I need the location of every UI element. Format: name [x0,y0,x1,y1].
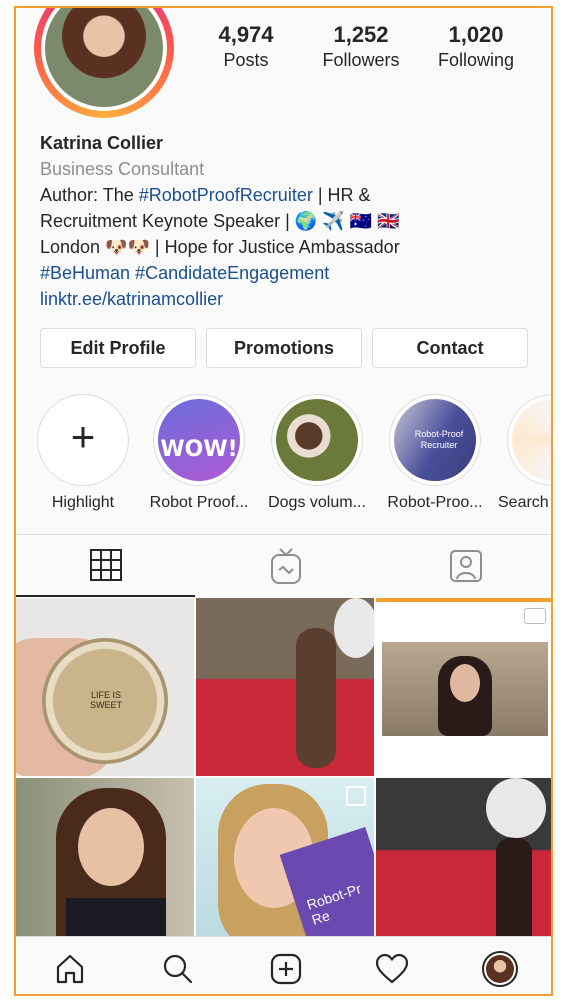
carousel-icon [346,786,366,806]
highlight-label: Robot Proof... [149,494,249,511]
bio-hashtags[interactable]: #BeHuman #CandidateEngagement [40,260,540,286]
highlight-thumb: WOW! [158,399,240,481]
following-count: 1,020 [448,22,504,47]
stat-following[interactable]: 1,020 Following [416,22,536,71]
highlight-search[interactable]: Search [498,394,551,512]
profile-screen: 4,974 Posts 1,252 Followers 1,020 Follow… [14,6,553,996]
lid-text: LIFE IS SWEET [89,690,122,710]
igtv-badge-icon [524,608,546,624]
tab-tagged[interactable] [376,535,551,597]
tab-grid[interactable] [16,535,195,597]
bio-line-1: Author: The #RobotProofRecruiter | HR & [40,182,540,208]
hashtag-robotproofrecruiter[interactable]: #RobotProofRecruiter [139,185,313,205]
highlight-label: Highlight [51,494,115,511]
search-icon [163,954,193,984]
stat-followers[interactable]: 1,252 Followers [301,22,421,71]
highlight-thumb: Robot-Proof Recruiter [394,399,476,481]
avatar-photo [45,8,163,107]
posts-label: Posts [223,50,269,70]
highlight-label: Dogs volum... [268,494,366,511]
heart-icon [375,953,409,984]
wow-text: WOW! [160,437,238,462]
nav-activity[interactable] [372,951,412,987]
contact-button[interactable]: Contact [372,328,528,368]
plus-icon: + [70,413,96,460]
post-thumbnail[interactable] [376,598,551,776]
stat-posts[interactable]: 4,974 Posts [186,22,306,71]
bio-text: Author: The [40,185,139,205]
bio-text: | HR & [312,185,371,205]
profile-category: Business Consultant [40,159,205,179]
story-highlights: + Highlight WOW! Robot Proof... Dogs vol… [16,394,551,524]
profile-bio: Katrina Collier Business Consultant Auth… [40,130,540,312]
highlight-thumb [512,399,551,481]
profile-avatar[interactable] [34,8,174,118]
posts-count: 4,974 [218,22,274,47]
post-thumbnail[interactable]: LIFE IS SWEET [16,598,194,776]
post-thumbnail[interactable] [376,778,551,956]
post-thumbnail[interactable] [16,778,194,956]
highlight-thumb [276,399,358,481]
home-icon [56,954,84,984]
nav-profile[interactable] [480,951,520,987]
bio-line-3: London 🐶🐶 | Hope for Justice Ambassador [40,237,400,257]
followers-label: Followers [322,50,400,70]
book-title-text: Robot-Proof Recruiter [414,429,464,450]
followers-count: 1,252 [333,22,389,47]
promotions-button[interactable]: Promotions [206,328,362,368]
igtv-icon [270,548,301,584]
profile-actions: Edit Profile Promotions Contact [40,328,528,368]
post-thumbnail[interactable]: Robot-Pr Re [196,778,374,956]
highlight-label: Robot-Proo... [387,494,483,511]
grid-icon [89,549,122,581]
nav-search[interactable] [158,951,198,987]
highlight-label: Search [498,494,549,511]
highlight-robot-proof[interactable]: WOW! Robot Proof... [144,394,254,512]
bio-line-2: Recruitment Keynote Speaker | 🌍 ✈️ 🇦🇺 🇬🇧 [40,211,400,231]
nav-home[interactable] [50,951,90,987]
highlight-dogs[interactable]: Dogs volum... [262,394,372,512]
profile-name: Katrina Collier [40,133,164,153]
add-post-icon [270,953,302,985]
highlight-new[interactable]: + Highlight [28,394,138,512]
profile-website-link[interactable]: linktr.ee/katrinamcollier [40,286,540,312]
bottom-navigation [16,936,551,994]
tagged-person-icon [449,550,482,582]
post-thumbnail[interactable] [196,598,374,776]
tab-igtv[interactable] [196,535,375,597]
edit-profile-button[interactable]: Edit Profile [40,328,196,368]
profile-avatar-small [482,951,518,987]
profile-tabs [16,534,551,597]
following-label: Following [437,50,515,70]
highlight-robot-proof-2[interactable]: Robot-Proof Recruiter Robot-Proo... [380,394,490,512]
nav-new-post[interactable] [266,951,306,987]
